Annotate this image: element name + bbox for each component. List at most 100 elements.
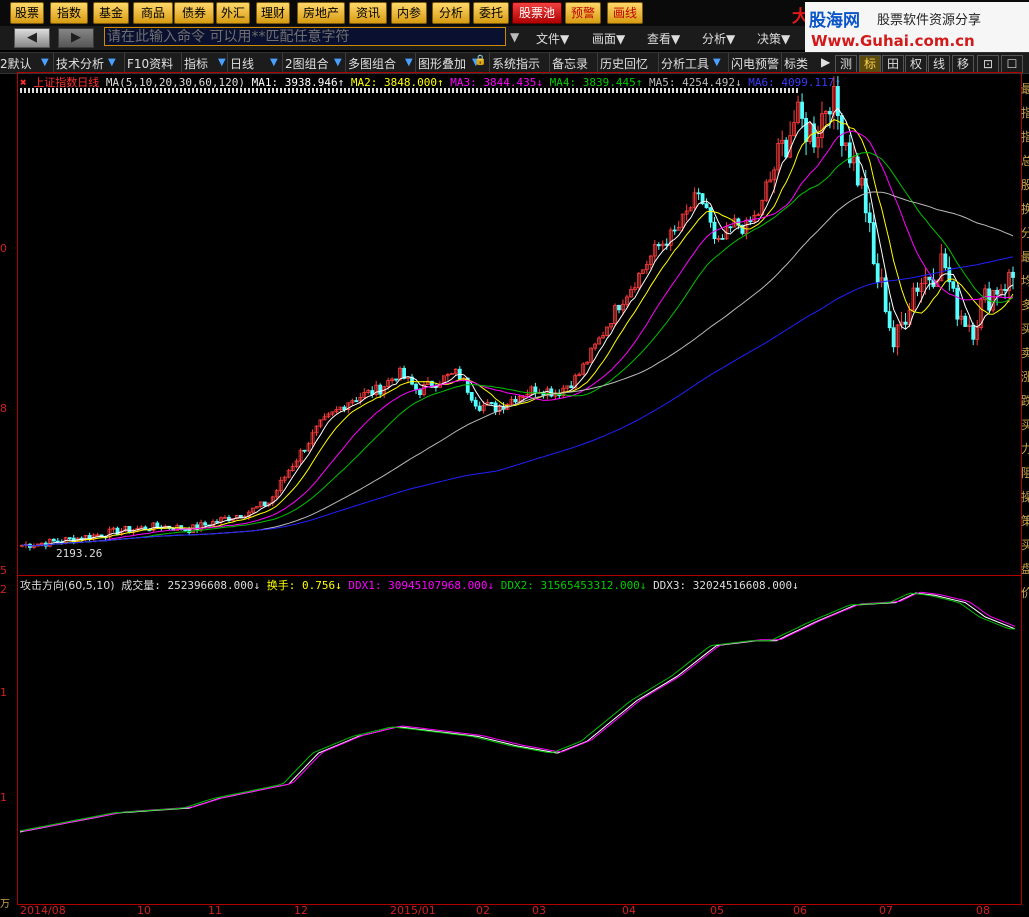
event-dot [188,88,190,93]
event-dot [392,88,394,93]
event-dot [308,88,310,93]
event-dot [212,88,214,93]
event-dot [148,88,150,93]
event-dot [464,88,466,93]
event-dot [724,88,726,93]
candle-body [903,321,908,325]
candle-body [67,537,72,540]
event-dot [532,88,534,93]
event-dot [64,88,66,93]
event-dot [676,88,678,93]
candle-body [672,229,677,232]
candle-body [943,253,948,269]
event-dot [136,88,138,93]
candle-body [617,304,621,311]
event-dot [564,88,566,93]
event-dot [160,88,162,93]
event-dot [732,88,734,93]
event-dot [268,88,270,93]
event-dot [208,88,210,93]
event-dot [692,88,694,93]
event-dot [192,88,194,93]
event-dot [712,88,714,93]
event-dot [92,88,94,93]
event-dot [700,88,702,93]
event-dot [440,88,442,93]
event-dot [40,88,42,93]
candle-body [203,522,207,526]
event-dot [284,88,286,93]
event-dot [660,88,662,93]
event-dot [100,88,102,93]
candle-body [927,276,932,281]
event-dot [544,88,546,93]
event-dot [44,88,46,93]
event-dot [304,88,306,93]
event-dot [124,88,126,93]
price-chart-svg[interactable] [0,0,1029,917]
event-dot [216,88,218,93]
event-dot [636,88,638,93]
candle-body [800,101,804,119]
event-dot [56,88,58,93]
event-dot [696,88,698,93]
event-dot [432,88,434,93]
event-dot [84,88,86,93]
event-dot [384,88,386,93]
candle-body [971,324,976,340]
event-dot [76,88,78,93]
candle-body [394,378,399,381]
event-dot [652,88,654,93]
event-dot [600,88,602,93]
event-dot [548,88,550,93]
candle-body [656,244,661,247]
candle-body [696,192,701,195]
event-dot [108,88,110,93]
event-dot [796,88,798,93]
event-dot [704,88,706,93]
candle-body [704,203,709,209]
candle-body [262,501,267,507]
ddx-line-3 [19,592,1015,832]
event-dot [760,88,762,93]
event-dot [68,88,70,93]
event-dot [736,88,738,93]
event-dot [744,88,746,93]
candle-body [847,142,852,164]
event-dot [624,88,626,93]
candle-body [728,226,733,229]
candle-body [875,263,880,283]
event-dot [556,88,558,93]
event-dot [312,88,314,93]
event-dot [80,88,82,93]
event-dot [436,88,438,93]
ma5-line [21,191,1014,547]
candle-body [477,405,482,411]
event-dot [360,88,362,93]
event-dot [28,88,30,93]
candle-body [493,402,498,412]
candle-body [489,402,494,404]
event-dot [740,88,742,93]
candle-body [835,86,840,116]
event-dot [400,88,402,93]
event-dot [424,88,426,93]
event-dot [620,88,622,93]
event-dot [232,88,234,93]
event-dot [404,88,406,93]
event-dot [516,88,518,93]
event-dot [140,88,142,93]
event-dot [512,88,514,93]
event-dot [764,88,766,93]
event-dot [60,88,62,93]
event-dot [164,88,166,93]
candle-body [915,287,920,292]
event-dot [240,88,242,93]
event-dot [292,88,294,93]
event-dot [756,88,758,93]
candle-body [533,386,538,394]
candle-body [891,327,896,348]
event-dot [560,88,562,93]
event-dot [24,88,26,93]
event-dot [672,88,674,93]
